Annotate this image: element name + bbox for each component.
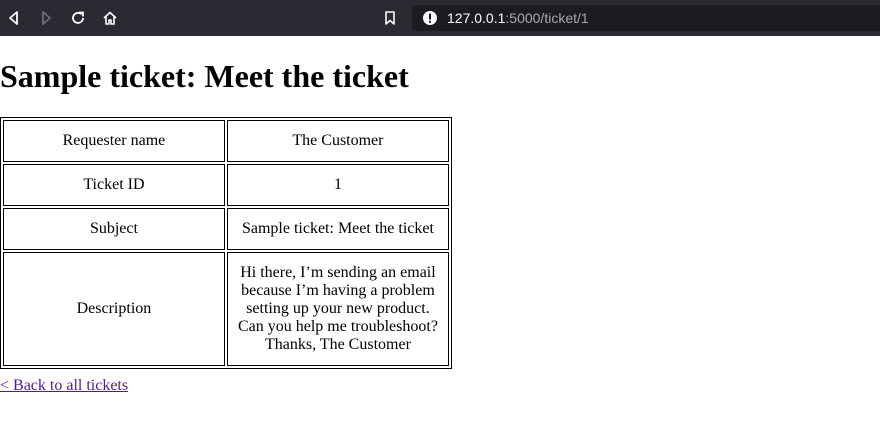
- info-icon[interactable]: [422, 10, 438, 26]
- browser-toolbar: 127.0.0.1:5000/ticket/1: [0, 0, 880, 36]
- url-text[interactable]: 127.0.0.1:5000/ticket/1: [447, 10, 589, 26]
- row-label: Description: [3, 252, 225, 366]
- home-icon[interactable]: [100, 8, 120, 28]
- page-title: Sample ticket: Meet the ticket: [0, 58, 409, 94]
- description-text: Hi there, I’m sending an email because I…: [237, 264, 438, 353]
- row-label: Requester name: [3, 120, 225, 162]
- forward-arrow-icon[interactable]: [36, 8, 56, 28]
- reload-icon[interactable]: [68, 8, 88, 28]
- ticket-table: Requester name The Customer Ticket ID 1 …: [0, 117, 452, 369]
- url-bar[interactable]: 127.0.0.1:5000/ticket/1: [412, 5, 880, 31]
- table-row: Description Hi there, I’m sending an ema…: [3, 252, 449, 366]
- row-label: Ticket ID: [3, 164, 225, 206]
- table-row: Requester name The Customer: [3, 120, 449, 162]
- back-to-tickets-link[interactable]: < Back to all tickets: [0, 377, 128, 395]
- row-value: Hi there, I’m sending an email because I…: [226, 252, 449, 366]
- table-row: Subject Sample ticket: Meet the ticket: [3, 208, 449, 250]
- row-label: Subject: [3, 208, 225, 250]
- row-value: 1: [226, 164, 449, 206]
- back-arrow-icon[interactable]: [4, 8, 24, 28]
- url-host: 127.0.0.1: [447, 10, 506, 26]
- url-path: :5000/ticket/1: [505, 10, 589, 26]
- bookmark-icon[interactable]: [380, 8, 400, 28]
- row-value: Sample ticket: Meet the ticket: [226, 208, 449, 250]
- row-value: The Customer: [226, 120, 449, 162]
- table-row: Ticket ID 1: [3, 164, 449, 206]
